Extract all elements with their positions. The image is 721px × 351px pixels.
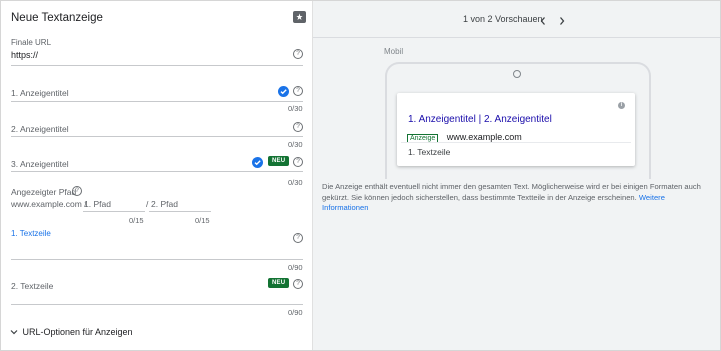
path-separator: / bbox=[146, 199, 149, 209]
help-icon[interactable]: ? bbox=[293, 49, 303, 59]
final-url-input[interactable]: https:// bbox=[11, 50, 38, 60]
help-icon[interactable]: ? bbox=[293, 122, 303, 132]
path1-input[interactable]: 1. Pfad bbox=[84, 199, 111, 209]
check-icon bbox=[252, 157, 263, 168]
new-badge: NEU bbox=[268, 278, 290, 288]
help-icon[interactable]: ? bbox=[293, 86, 303, 96]
headline2-counter: 0/30 bbox=[288, 140, 303, 149]
chevron-right-icon[interactable] bbox=[558, 13, 566, 31]
preview-disclaimer: Die Anzeige enthält eventuell nicht imme… bbox=[322, 182, 707, 214]
description2-underline bbox=[11, 304, 303, 305]
ad-description: 1. Textzeile bbox=[408, 147, 451, 157]
phone-camera bbox=[513, 70, 521, 78]
headline1-underline bbox=[11, 101, 303, 102]
ad-divider bbox=[401, 142, 631, 143]
chevron-down-icon bbox=[10, 329, 18, 335]
preview-pager: 1 von 2 Vorschauen bbox=[463, 14, 543, 24]
check-icon bbox=[278, 86, 289, 97]
info-icon: i bbox=[618, 102, 625, 109]
help-icon[interactable]: ? bbox=[72, 186, 82, 196]
path2-underline bbox=[149, 211, 211, 212]
feedback-icon[interactable] bbox=[293, 11, 306, 23]
headline1-counter: 0/30 bbox=[288, 104, 303, 113]
final-url-label: Finale URL bbox=[11, 38, 52, 47]
description1-counter: 0/90 bbox=[288, 263, 303, 272]
new-badge: NEU bbox=[268, 156, 290, 166]
path2-input[interactable]: 2. Pfad bbox=[151, 199, 178, 209]
headline2-input[interactable]: 2. Anzeigentitel bbox=[11, 124, 69, 134]
ad-form-panel bbox=[1, 1, 313, 350]
headline2-underline bbox=[11, 136, 303, 137]
display-path-label: Angezeigter Pfad bbox=[11, 187, 77, 197]
final-url-underline bbox=[11, 65, 303, 66]
path2-counter: 0/15 bbox=[195, 216, 210, 225]
headline3-counter: 0/30 bbox=[288, 178, 303, 187]
help-icon[interactable]: ? bbox=[293, 279, 303, 289]
headline3-input[interactable]: 3. Anzeigentitel bbox=[11, 159, 69, 169]
description1-label[interactable]: 1. Textzeile bbox=[11, 229, 51, 238]
description2-input[interactable]: 2. Textzeile bbox=[11, 281, 53, 291]
headline1-input[interactable]: 1. Anzeigentitel bbox=[11, 88, 69, 98]
device-label: Mobil bbox=[384, 47, 404, 56]
ad-display-url: www.example.com bbox=[446, 132, 522, 142]
url-options-label: URL-Optionen für Anzeigen bbox=[22, 326, 133, 337]
path1-underline bbox=[83, 211, 145, 212]
display-path-domain: www.example.com / bbox=[11, 199, 87, 209]
ad-headline: 1. Anzeigentitel | 2. Anzeigentitel bbox=[408, 114, 552, 125]
help-icon[interactable]: ? bbox=[293, 157, 303, 167]
form-title: Neue Textanzeige bbox=[11, 12, 103, 24]
description1-underline bbox=[11, 259, 303, 260]
chevron-left-icon[interactable] bbox=[539, 13, 547, 31]
help-icon[interactable]: ? bbox=[293, 233, 303, 243]
headline3-underline bbox=[11, 171, 303, 172]
description2-counter: 0/90 bbox=[288, 308, 303, 317]
path1-counter: 0/15 bbox=[129, 216, 144, 225]
url-options-toggle[interactable]: URL-Optionen für Anzeigen bbox=[10, 323, 133, 341]
ad-editor: Neue Textanzeige Finale URL https:// ? 1… bbox=[0, 0, 721, 351]
